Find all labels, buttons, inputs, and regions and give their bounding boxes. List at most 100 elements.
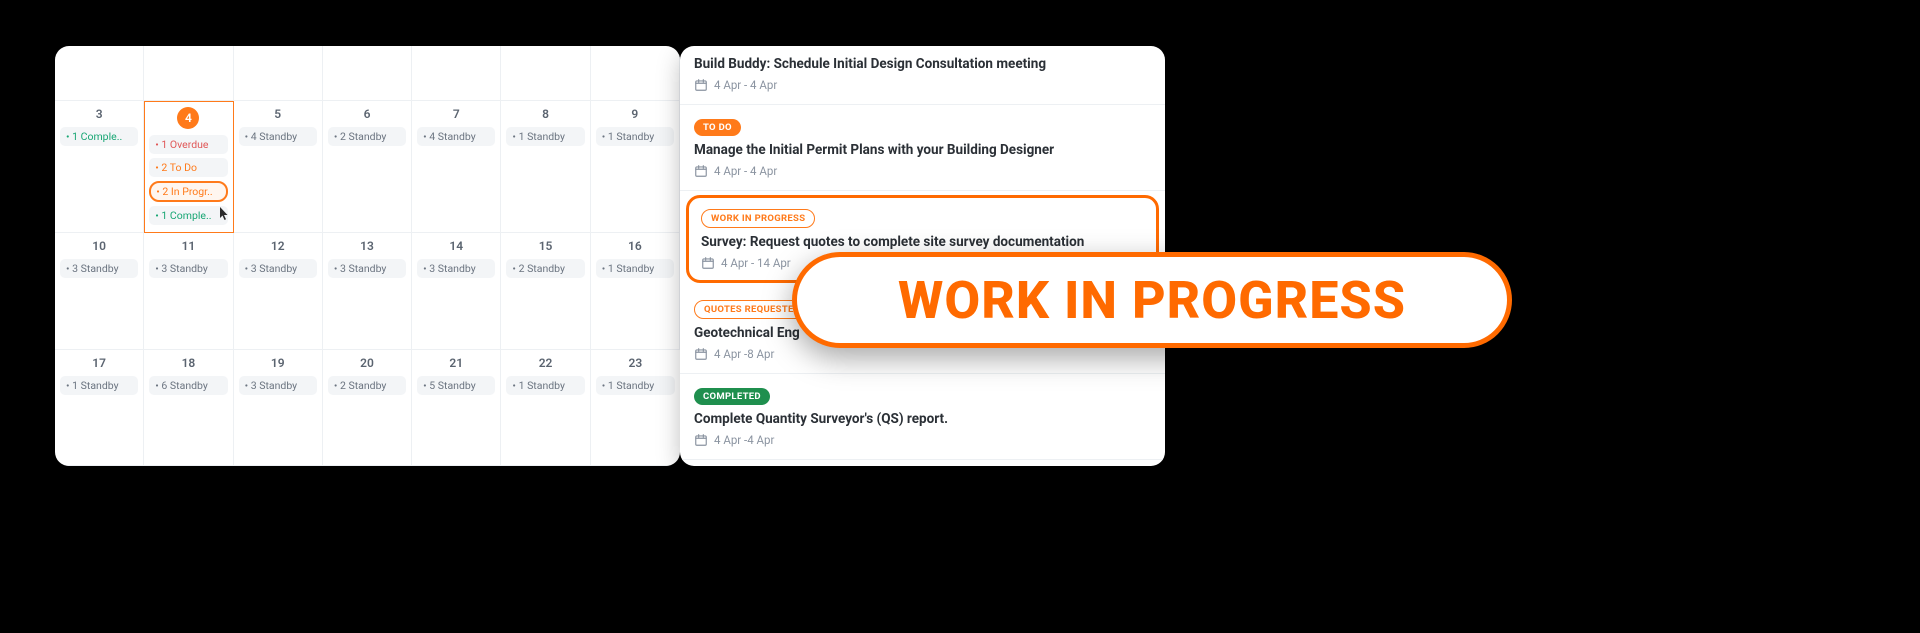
calendar-cell[interactable]: 23 • 1 Standby [591, 350, 680, 467]
task-title: Manage the Initial Permit Plans with you… [694, 142, 1151, 158]
calendar-chip[interactable]: • 1 Standby [596, 259, 674, 278]
calendar-day-number: 17 [60, 356, 138, 370]
calendar-cell[interactable]: 22 • 1 Standby [501, 350, 590, 467]
calendar-chip[interactable]: • 3 Standby [417, 259, 495, 278]
calendar-chip[interactable]: • 1 Standby [506, 376, 584, 395]
calendar-cell[interactable]: 18 • 6 Standby [144, 350, 233, 467]
calendar-day-number: 5 [239, 107, 317, 121]
calendar-chip[interactable]: • 2 To Do [149, 158, 227, 177]
overlay-pill-text: WORK IN PROGRESS [898, 270, 1406, 331]
calendar-chip[interactable]: • 3 Standby [239, 376, 317, 395]
calendar-chip[interactable]: • 1 Standby [506, 127, 584, 146]
calendar-day-number: 19 [239, 356, 317, 370]
calendar-day-number: 12 [239, 239, 317, 253]
calendar-cell[interactable]: 8 • 1 Standby [501, 101, 590, 233]
calendar-chip[interactable]: • 1 Comple.. [149, 206, 227, 225]
calendar-day-number: 7 [417, 107, 495, 121]
calendar-cell[interactable]: 21 • 5 Standby [412, 350, 501, 467]
calendar-day-number: 22 [506, 356, 584, 370]
calendar-day-number: 6 [328, 107, 406, 121]
calendar-panel: 3 • 1 Comple.. 4 • 1 Overdue • 2 To Do • 2 In… [55, 46, 680, 466]
task-title: Survey: Request quotes to complete site … [701, 234, 1144, 250]
calendar-cell[interactable] [144, 46, 233, 101]
task-date-text: 4 Apr -4 Apr [714, 433, 774, 447]
calendar-day-number: 3 [60, 107, 138, 121]
calendar-cell[interactable]: 4 • 1 Overdue • 2 To Do • 2 In Progr.. • 1 C… [144, 101, 233, 233]
task-item[interactable]: COMPLETED Complete Quantity Surveyor's (Q… [680, 374, 1165, 460]
status-badge: TO DO [694, 119, 741, 136]
task-date-text: 4 Apr - 4 Apr [714, 164, 777, 178]
calendar-day-number: 10 [60, 239, 138, 253]
calendar-day-number: 9 [596, 107, 674, 121]
calendar-day-today: 4 [177, 107, 199, 129]
task-title: Complete Quantity Surveyor's (QS) report… [694, 411, 1151, 427]
calendar-cell[interactable]: 16 • 1 Standby [591, 233, 680, 350]
calendar-cell[interactable]: 6 • 2 Standby [323, 101, 412, 233]
calendar-cell[interactable]: 3 • 1 Comple.. [55, 101, 144, 233]
calendar-chip[interactable]: • 2 Standby [328, 376, 406, 395]
calendar-cell[interactable] [501, 46, 590, 101]
calendar-icon [694, 78, 708, 92]
calendar-cell[interactable]: 13 • 3 Standby [323, 233, 412, 350]
calendar-day-number: 20 [328, 356, 406, 370]
task-title: Build Buddy: Schedule Initial Design Con… [694, 56, 1151, 72]
calendar-cell[interactable] [234, 46, 323, 101]
calendar-cell[interactable]: 17 • 1 Standby [55, 350, 144, 467]
calendar-chip[interactable]: • 1 Overdue [149, 135, 227, 154]
calendar-chip[interactable]: • 3 Standby [60, 259, 138, 278]
calendar-chip[interactable]: • 1 Standby [60, 376, 138, 395]
calendar-chip[interactable]: • 3 Standby [239, 259, 317, 278]
calendar-chip[interactable]: • 1 Comple.. [60, 127, 138, 146]
overlay-pill: WORK IN PROGRESS [792, 252, 1512, 348]
calendar-day-number: 15 [506, 239, 584, 253]
calendar-day-number: 11 [149, 239, 227, 253]
calendar-cell[interactable]: 7 • 4 Standby [412, 101, 501, 233]
task-item[interactable]: TO DO Manage the Initial Permit Plans wit… [680, 105, 1165, 191]
calendar-chip[interactable]: • 2 Standby [328, 127, 406, 146]
calendar-icon [694, 164, 708, 178]
calendar-day-number: 18 [149, 356, 227, 370]
calendar-chip[interactable]: • 2 Standby [506, 259, 584, 278]
calendar-cell[interactable] [591, 46, 680, 101]
calendar-cell[interactable] [323, 46, 412, 101]
calendar-chip[interactable]: • 1 Standby [596, 376, 675, 395]
calendar-cell[interactable] [55, 46, 144, 101]
status-badge: WORK IN PROGRESS [701, 209, 815, 228]
calendar-cell[interactable]: 9 • 1 Standby [591, 101, 680, 233]
calendar-cell[interactable]: 5 • 4 Standby [234, 101, 323, 233]
calendar-day-number: 13 [328, 239, 406, 253]
task-date-row: 4 Apr -8 Apr [694, 347, 1151, 361]
calendar-cell[interactable]: 15 • 2 Standby [501, 233, 590, 350]
calendar-chip[interactable]: • 2 In Progr.. [149, 181, 227, 202]
calendar-cell[interactable] [412, 46, 501, 101]
calendar-chip[interactable]: • 4 Standby [239, 127, 317, 146]
calendar-chip[interactable]: • 1 Standby [596, 127, 674, 146]
task-item[interactable]: Build Buddy: Schedule Initial Design Con… [680, 46, 1165, 105]
calendar-chip[interactable]: • 4 Standby [417, 127, 495, 146]
calendar-cell[interactable]: 12 • 3 Standby [234, 233, 323, 350]
task-date-text: 4 Apr - 14 Apr [721, 256, 791, 270]
calendar-chip[interactable]: • 3 Standby [149, 259, 227, 278]
calendar-day-number: 21 [417, 356, 495, 370]
task-date-row: 4 Apr -4 Apr [694, 433, 1151, 447]
calendar-cell[interactable]: 14 • 3 Standby [412, 233, 501, 350]
status-badge: COMPLETED [694, 388, 770, 405]
task-date-text: 4 Apr -8 Apr [714, 347, 774, 361]
calendar-day-number: 8 [506, 107, 584, 121]
calendar-cell[interactable]: 10 • 3 Standby [55, 233, 144, 350]
calendar-day-number: 23 [596, 356, 675, 370]
task-date-text: 4 Apr - 4 Apr [714, 78, 777, 92]
task-date-row: 4 Apr - 4 Apr [694, 78, 1151, 92]
calendar-day-number: 14 [417, 239, 495, 253]
calendar-chip[interactable]: • 3 Standby [328, 259, 406, 278]
calendar-day-number: 16 [596, 239, 674, 253]
calendar-cell[interactable]: 20 • 2 Standby [323, 350, 412, 467]
calendar-icon [694, 347, 708, 361]
calendar-cell[interactable]: 11 • 3 Standby [144, 233, 233, 350]
calendar-chip[interactable]: • 6 Standby [149, 376, 227, 395]
calendar-cell[interactable]: 19 • 3 Standby [234, 350, 323, 467]
calendar-grid: 3 • 1 Comple.. 4 • 1 Overdue • 2 To Do • 2 In… [55, 46, 680, 466]
calendar-chip[interactable]: • 5 Standby [417, 376, 495, 395]
calendar-icon [701, 256, 715, 270]
task-date-row: 4 Apr - 4 Apr [694, 164, 1151, 178]
